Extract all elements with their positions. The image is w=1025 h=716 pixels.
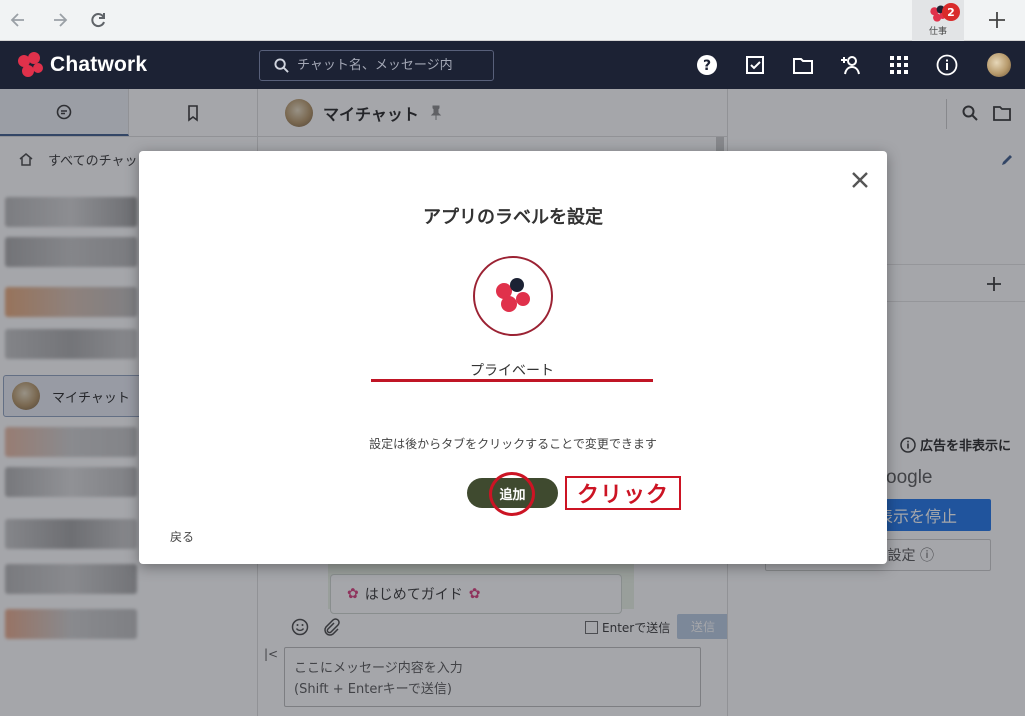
close-icon[interactable] bbox=[848, 168, 872, 192]
dialog-hint: 設定は後からタブをクリックすることで変更できます bbox=[369, 437, 657, 451]
reload-icon[interactable] bbox=[84, 6, 112, 34]
forward-arrow-icon[interactable] bbox=[46, 6, 74, 34]
logo-text: Chatwork bbox=[50, 53, 148, 76]
svg-text:?: ? bbox=[703, 58, 711, 74]
folder-icon[interactable] bbox=[791, 53, 815, 77]
app-icon bbox=[473, 256, 553, 336]
back-arrow-icon[interactable] bbox=[4, 6, 32, 34]
task-check-icon[interactable] bbox=[743, 53, 767, 77]
notification-badge: 2 bbox=[942, 3, 960, 21]
app-tab-label: 仕事 bbox=[928, 26, 947, 37]
browser-toolbar: 仕事 2 bbox=[0, 0, 1025, 41]
help-icon[interactable]: ? bbox=[695, 53, 719, 77]
label-input[interactable] bbox=[371, 356, 653, 382]
add-contact-icon[interactable] bbox=[839, 53, 863, 77]
add-button[interactable]: 追加 bbox=[467, 478, 558, 508]
click-annotation: クリック bbox=[565, 476, 681, 510]
new-tab-plus-icon[interactable] bbox=[983, 6, 1011, 34]
label-input-wrapper bbox=[371, 356, 653, 386]
chatwork-logo-icon bbox=[496, 278, 530, 312]
apps-grid-icon[interactable] bbox=[887, 53, 911, 77]
chatwork-logo-icon bbox=[18, 52, 43, 77]
app-label-dialog: アプリのラベルを設定 設定は後からタブをクリックすることで変更できます 追加 ク… bbox=[139, 151, 887, 564]
app-header: Chatwork ? bbox=[0, 41, 1025, 89]
info-icon[interactable] bbox=[935, 53, 959, 77]
chat-search-box[interactable] bbox=[259, 50, 494, 81]
back-link[interactable]: 戻る bbox=[170, 528, 194, 545]
search-icon bbox=[274, 58, 289, 73]
chatwork-logo[interactable]: Chatwork bbox=[16, 51, 147, 79]
dialog-title: アプリのラベルを設定 bbox=[423, 207, 603, 228]
pinned-app-tab[interactable]: 仕事 2 bbox=[912, 0, 964, 41]
search-input[interactable] bbox=[297, 58, 487, 73]
user-avatar[interactable] bbox=[987, 53, 1011, 77]
